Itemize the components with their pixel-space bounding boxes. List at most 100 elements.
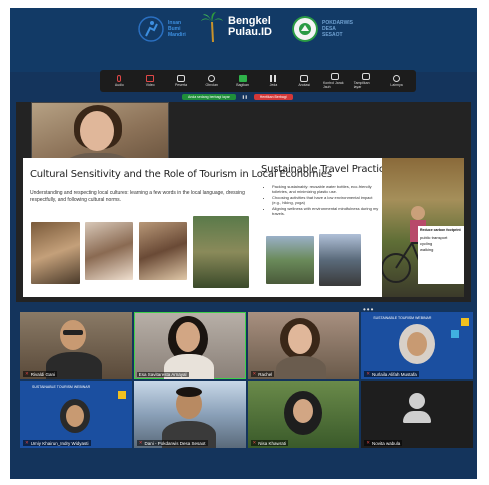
pokdarwis-logo: POKDARWIS DESA SESAOT bbox=[292, 16, 353, 42]
show-screen-button[interactable]: Tampilkan layar bbox=[354, 73, 378, 89]
pause-label: Jeda bbox=[269, 83, 278, 87]
show-screen-label: Tampilkan layar bbox=[353, 81, 370, 89]
shared-screen: Cultural Sensitivity and the Role of Tou… bbox=[16, 102, 471, 302]
audio-button[interactable]: Audio bbox=[107, 75, 131, 87]
remote-control-button[interactable]: Kontrol Jarak Jauh bbox=[323, 73, 347, 89]
mic-muted-icon: ✕ bbox=[25, 371, 29, 376]
chat-button[interactable]: Obrolan bbox=[200, 75, 224, 87]
annotate-icon bbox=[300, 75, 309, 82]
participant-face bbox=[175, 322, 200, 352]
pause-icon bbox=[270, 75, 277, 82]
participant-name: Nurlaila Alifah Mustafa bbox=[372, 371, 417, 377]
logo1-text: Insan Bumi Mandiri bbox=[168, 20, 186, 38]
avatar-placeholder-body bbox=[403, 411, 432, 423]
logo2-subtitle: Pulau.ID bbox=[228, 26, 273, 38]
participant-tile[interactable]: SUSTAINABLE TOURISM WEBINAR ✕ Nurlaila Al… bbox=[361, 312, 473, 379]
more-button[interactable]: Lainnya bbox=[385, 75, 409, 87]
more-icon bbox=[393, 75, 401, 82]
participant-name-tag: ✕ Nisa Khawrati bbox=[250, 440, 289, 446]
banner-block bbox=[461, 318, 469, 326]
chat-label: Obrolan bbox=[205, 83, 218, 87]
tip-item: Choosing activities that have a low envi… bbox=[272, 195, 381, 205]
mic-muted-icon: ✕ bbox=[138, 440, 143, 445]
mic-muted-icon: ✕ bbox=[366, 371, 371, 376]
participant-name: Esa Savitaresta Arnayal bbox=[138, 372, 187, 377]
participant-name: Rivaldi Gani bbox=[30, 371, 56, 377]
participant-tile[interactable]: SUSTAINABLE TOURISM WEBINAR ✕ Umiy Khairu… bbox=[20, 381, 132, 448]
participant-name: Umiy Khairun_Indry Widyasti bbox=[30, 440, 89, 446]
meeting-toolbar: Audio Video Peserta Obrolan Bagikan Jeda… bbox=[100, 70, 416, 92]
camera-off-icon bbox=[146, 75, 155, 82]
audio-label: Audio bbox=[114, 83, 124, 87]
participant-hair bbox=[175, 387, 202, 397]
annotate-button[interactable]: Anotasi bbox=[292, 75, 316, 87]
participant-name: Dani - Pokdarwis Desa Sesaot bbox=[144, 440, 206, 446]
glasses bbox=[63, 330, 83, 335]
screen-icon bbox=[361, 73, 370, 80]
share-label: Bagikan bbox=[236, 83, 249, 87]
mic-muted-icon: ✕ bbox=[25, 440, 29, 445]
participant-name-tag: Esa Savitaresta Arnayal bbox=[136, 372, 189, 377]
banner-block bbox=[451, 330, 459, 338]
banner-block bbox=[117, 391, 126, 399]
carbon-footprint-box: Reduce carbon footprint public transport… bbox=[418, 226, 464, 284]
slide-right-title: Sustainable Travel Practices bbox=[261, 164, 396, 175]
share-status-badge: Anda sedang berbagi layar bbox=[182, 94, 236, 100]
banner-label: SUSTAINABLE TOURISM WEBINAR bbox=[32, 385, 91, 389]
carbon-heading: Reduce carbon footprint bbox=[420, 228, 461, 232]
participant-body bbox=[275, 356, 326, 379]
chat-icon bbox=[208, 75, 216, 82]
mic-muted-icon bbox=[117, 75, 122, 82]
culture-photo-2 bbox=[85, 222, 133, 280]
seal-icon bbox=[292, 16, 318, 42]
participant-name: Nisa Khawrati bbox=[258, 440, 287, 446]
mountain-photo bbox=[319, 234, 361, 286]
speaker-face bbox=[80, 111, 114, 151]
participant-tile[interactable]: ✕ Rivaldi Gani bbox=[20, 312, 132, 379]
video-button[interactable]: Video bbox=[138, 75, 162, 87]
cycling-photo: Reduce carbon footprint public transport… bbox=[382, 158, 464, 297]
tip-item: Aligning wellness with environmental min… bbox=[272, 206, 381, 216]
share-status-row: Anda sedang berbagi layar ❚❚ Hentikan Be… bbox=[182, 94, 293, 100]
mic-muted-icon: ✕ bbox=[252, 440, 257, 445]
insan-bumi-mandiri-logo: Insan Bumi Mandiri bbox=[138, 16, 186, 42]
participant-name-tag: ✕ Rachel bbox=[250, 371, 275, 377]
participant-tile[interactable]: ✕ Nisa Khawrati bbox=[247, 381, 360, 448]
pause-small-icon[interactable]: ❚❚ bbox=[242, 95, 248, 99]
banner-label: SUSTAINABLE TOURISM WEBINAR bbox=[373, 316, 432, 320]
share-button[interactable]: Bagikan bbox=[231, 75, 255, 87]
participant-face bbox=[66, 405, 84, 427]
stop-sharing-button[interactable]: Hentikan Berbagi bbox=[253, 94, 293, 100]
logo3-text: POKDARWIS DESA SESAOT bbox=[322, 20, 354, 38]
participant-grid: ✕ Rivaldi Gani Esa Savitaresta Arnayal ✕ R… bbox=[20, 312, 473, 448]
remote-control-icon bbox=[330, 73, 339, 80]
participant-face bbox=[60, 320, 86, 350]
participant-tile-active[interactable]: Esa Savitaresta Arnayal bbox=[133, 312, 246, 379]
palm-tree-icon bbox=[201, 12, 223, 43]
participant-name-tag: ✕ Dani - Pokdarwis Desa Sesaot bbox=[136, 440, 208, 446]
participants-button[interactable]: Peserta bbox=[169, 75, 193, 87]
hiking-photo bbox=[266, 236, 314, 284]
culture-photo-1 bbox=[31, 222, 80, 284]
participant-tile[interactable]: ✕ Dani - Pokdarwis Desa Sesaot bbox=[133, 381, 246, 448]
participant-name-tag: ✕ Novita wabula bbox=[364, 440, 403, 446]
participant-name-tag: ✕ Rivaldi Gani bbox=[23, 371, 58, 377]
pause-button[interactable]: Jeda bbox=[261, 75, 285, 87]
culture-photo-4 bbox=[193, 216, 249, 288]
runner-icon bbox=[138, 16, 164, 42]
participant-name-tag: ✕ Umiy Khairun_Indry Widyasti bbox=[23, 440, 91, 446]
participant-name-tag: ✕ Nurlaila Alifah Mustafa bbox=[364, 371, 419, 377]
participants-icon bbox=[176, 75, 185, 82]
remote-control-label: Kontrol Jarak Jauh bbox=[322, 81, 344, 89]
video-label: Video bbox=[145, 83, 155, 87]
tip-item: Packing sustainably: reusable water bott… bbox=[272, 184, 381, 194]
participant-name: Rachel bbox=[258, 371, 273, 377]
participant-tile[interactable]: ✕ Novita wabula bbox=[361, 381, 473, 448]
bengkel-pulau-logo: Bengkel Pulau.ID bbox=[200, 10, 272, 44]
participant-face bbox=[287, 324, 312, 354]
sponsor-logo-bar: Insan Bumi Mandiri Bengkel Pulau.ID POKD… bbox=[10, 8, 477, 72]
annotate-label: Anotasi bbox=[298, 83, 311, 87]
more-label: Lainnya bbox=[390, 83, 403, 87]
presentation-slide: Cultural Sensitivity and the Role of Tou… bbox=[23, 158, 464, 297]
participant-tile[interactable]: ✕ Rachel bbox=[247, 312, 360, 379]
